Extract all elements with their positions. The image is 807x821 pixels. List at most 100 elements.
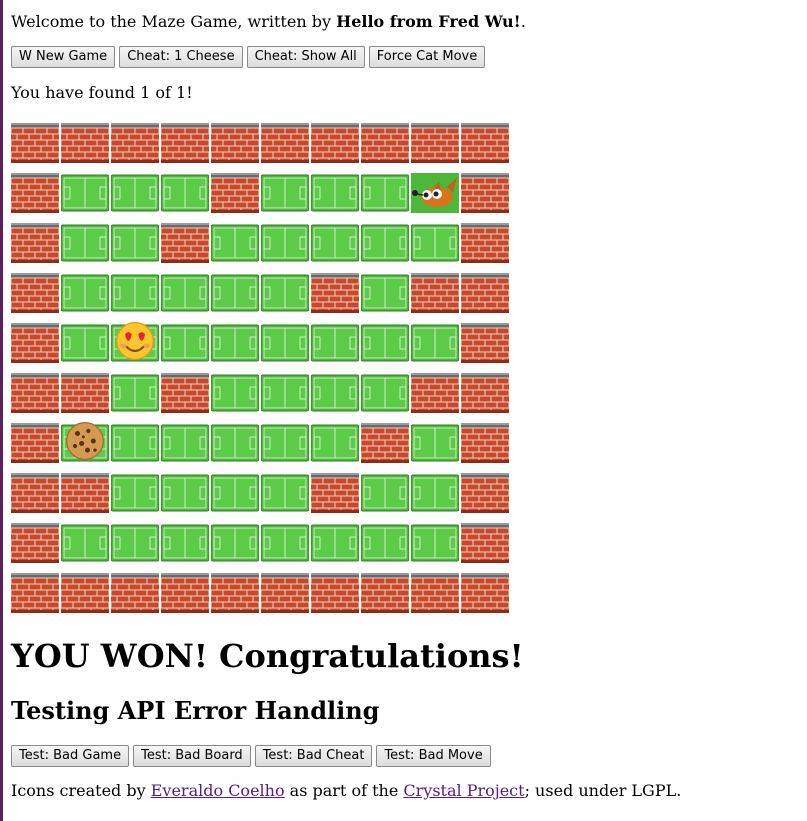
brick-wall-tile: [11, 223, 59, 263]
grass-floor-tile: [411, 473, 459, 513]
grass-floor-tile: [411, 223, 459, 263]
force-cat-move-button[interactable]: Force Cat Move: [368, 46, 486, 68]
grass-floor-tile: [61, 523, 109, 563]
welcome-trailing: .: [520, 12, 526, 31]
grass-floor-tile: [161, 423, 209, 463]
brick-wall-tile: [11, 123, 59, 163]
grass-floor-tile: [111, 273, 159, 313]
cheat-show-all-button[interactable]: Cheat: Show All: [246, 46, 365, 68]
brick-wall-tile: [461, 223, 509, 263]
brick-wall-tile: [461, 323, 509, 363]
crystal-project-link[interactable]: Crystal Project: [403, 781, 524, 800]
grass-floor-tile: [161, 273, 209, 313]
brick-wall-tile: [11, 523, 59, 563]
brick-wall-tile: [461, 173, 509, 213]
grass-floor-tile: [361, 473, 409, 513]
welcome-line: Welcome to the Maze Game, written by Hel…: [11, 12, 526, 32]
credits-prefix: Icons created by: [11, 781, 151, 800]
brick-wall-tile: [361, 573, 409, 613]
grass-floor-tile: [111, 473, 159, 513]
welcome-text: Welcome to the Maze Game, written by: [11, 12, 337, 31]
brick-wall-tile: [111, 123, 159, 163]
grass-floor-tile: [361, 323, 409, 363]
brick-wall-tile: [311, 573, 359, 613]
grass-floor-tile: [261, 423, 309, 463]
grass-floor-tile: [61, 323, 109, 363]
brick-wall-tile: [411, 273, 459, 313]
author-name: Hello from Fred Wu!: [336, 12, 521, 31]
grass-floor-tile: [211, 323, 259, 363]
found-status: You have found 1 of 1!: [11, 83, 193, 102]
grass-floor-tile: [111, 373, 159, 413]
brick-wall-tile: [311, 123, 359, 163]
test-bad-move-button[interactable]: Test: Bad Move: [376, 745, 491, 767]
brick-wall-tile: [11, 273, 59, 313]
grass-floor-tile: [161, 173, 209, 213]
brick-wall-tile: [261, 573, 309, 613]
grass-floor-tile: [111, 423, 159, 463]
mouse-icon: [111, 317, 159, 365]
grass-floor-tile: [211, 473, 259, 513]
test-bad-board-button[interactable]: Test: Bad Board: [133, 745, 251, 767]
grass-floor-tile: [211, 273, 259, 313]
grass-floor-tile: [361, 223, 409, 263]
brick-wall-tile: [61, 573, 109, 613]
brick-wall-tile: [261, 123, 309, 163]
grass-floor-tile: [111, 223, 159, 263]
grass-floor-tile: [261, 173, 309, 213]
grass-floor-tile: [411, 523, 459, 563]
new-game-button[interactable]: W New Game: [11, 46, 116, 68]
grass-floor-tile: [211, 423, 259, 463]
brick-wall-tile: [311, 473, 359, 513]
grass-floor-tile: [261, 323, 309, 363]
brick-wall-tile: [161, 223, 209, 263]
cookie-icon: [61, 417, 109, 465]
grass-floor-tile: [261, 273, 309, 313]
grass-floor-tile: [111, 173, 159, 213]
grass-floor-tile: [261, 223, 309, 263]
brick-wall-tile: [461, 573, 509, 613]
test-controls: Test: Bad Game Test: Bad Board Test: Bad…: [11, 745, 491, 767]
brick-wall-tile: [361, 423, 409, 463]
cat-tile: [411, 173, 459, 213]
grass-floor-tile: [211, 523, 259, 563]
grass-floor-tile: [361, 523, 409, 563]
credits-middle: as part of the: [284, 781, 404, 800]
grass-floor-tile: [261, 523, 309, 563]
brick-wall-tile: [61, 373, 109, 413]
testing-heading: Testing API Error Handling: [11, 696, 380, 725]
grass-floor-tile: [111, 322, 159, 363]
brick-wall-tile: [11, 173, 59, 213]
everaldo-coelho-link[interactable]: Everaldo Coelho: [151, 781, 285, 800]
brick-wall-tile: [461, 123, 509, 163]
grass-floor-tile: [61, 173, 109, 213]
brick-wall-tile: [211, 173, 259, 213]
grass-floor-tile: [61, 273, 109, 313]
brick-wall-tile: [161, 573, 209, 613]
grass-floor-tile: [161, 323, 209, 363]
brick-wall-tile: [411, 123, 459, 163]
grass-floor-tile: [111, 523, 159, 563]
brick-wall-tile: [211, 573, 259, 613]
brick-wall-tile: [411, 373, 459, 413]
grass-floor-tile: [261, 473, 309, 513]
grass-floor-tile: [261, 373, 309, 413]
test-bad-cheat-button[interactable]: Test: Bad Cheat: [254, 745, 373, 767]
grass-floor-tile: [411, 323, 459, 363]
brick-wall-tile: [61, 473, 109, 513]
grass-floor-tile: [311, 423, 359, 463]
credits-suffix: ; used under LGPL.: [524, 781, 682, 800]
grass-floor-tile: [361, 373, 409, 413]
brick-wall-tile: [161, 123, 209, 163]
grass-floor-tile: [311, 523, 359, 563]
grass-floor-tile: [211, 223, 259, 263]
grass-floor-tile: [411, 423, 459, 463]
grass-floor-tile: [161, 523, 209, 563]
brick-wall-tile: [11, 323, 59, 363]
grass-floor-tile: [361, 173, 409, 213]
cheat-one-cheese-button[interactable]: Cheat: 1 Cheese: [119, 46, 243, 68]
test-bad-game-button[interactable]: Test: Bad Game: [11, 745, 130, 767]
brick-wall-tile: [211, 123, 259, 163]
brick-wall-tile: [461, 473, 509, 513]
brick-wall-tile: [11, 423, 59, 463]
